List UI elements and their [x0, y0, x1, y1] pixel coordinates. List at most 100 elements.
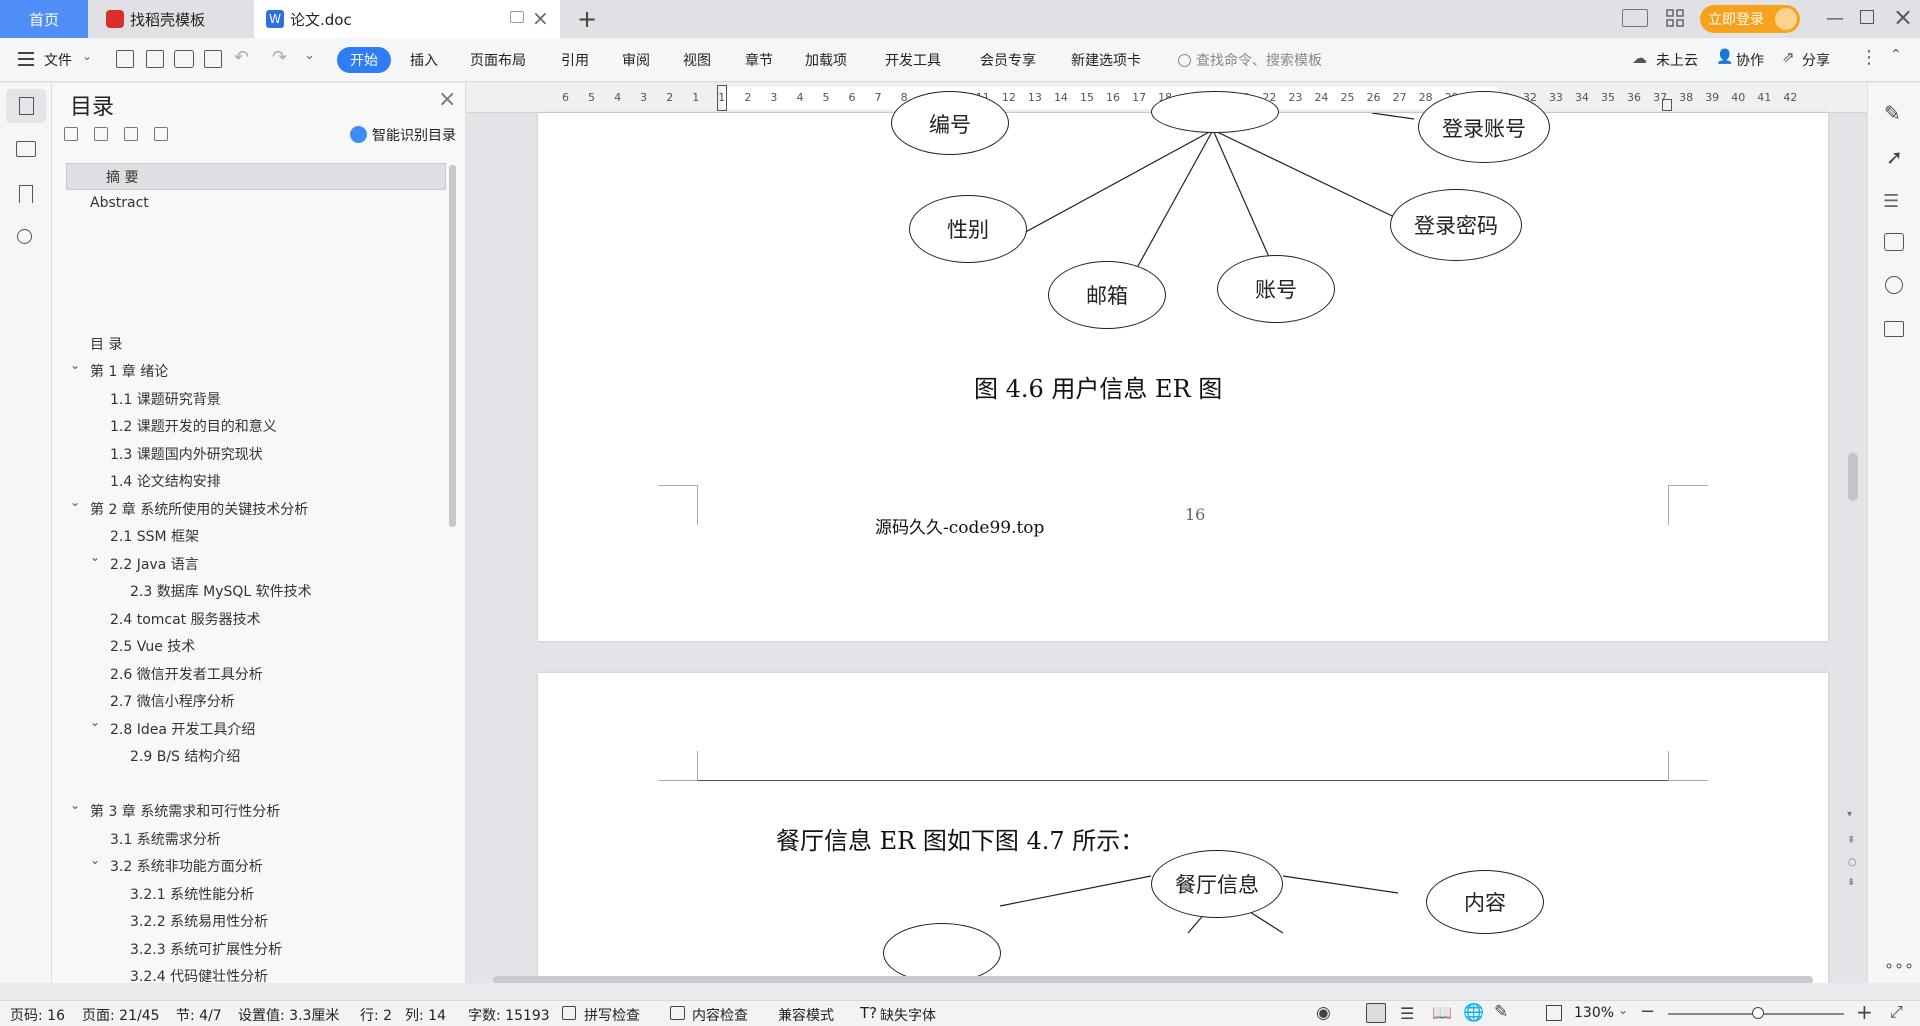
collab-button[interactable]: 协作 — [1736, 50, 1764, 70]
tab-start[interactable]: 开始 — [337, 47, 391, 73]
print-icon[interactable] — [174, 50, 194, 68]
outline-item[interactable]: 2.9 B/S 结构介绍 — [130, 746, 240, 766]
undo-icon[interactable]: ↶ — [234, 47, 249, 68]
prev-page-icon[interactable]: ⇞ — [1847, 835, 1855, 846]
add-heading-icon[interactable] — [124, 127, 138, 141]
sliders-icon[interactable]: ☰ — [1883, 191, 1899, 212]
outline-item[interactable]: 2.6 微信开发者工具分析 — [110, 664, 263, 684]
horizontal-scrollbar[interactable] — [477, 975, 1847, 983]
zoom-level[interactable]: 130% — [1574, 1005, 1614, 1021]
scroll-down-icon[interactable]: ▾ — [1847, 809, 1852, 820]
outline-item[interactable]: 1.1 课题研究背景 — [110, 389, 221, 409]
command-search[interactable]: 查找命令、搜索模板 — [1178, 48, 1418, 72]
outline-item[interactable]: 3.1 系统需求分析 — [110, 829, 221, 849]
outline-item[interactable]: 2.2 Java 语言 — [110, 554, 199, 574]
outline-view-icon[interactable]: ☰ — [1400, 1004, 1414, 1023]
outline-item[interactable]: 1.3 课题国内外研究现状 — [110, 444, 263, 464]
status-pages[interactable]: 页面: 21/45 — [82, 1005, 160, 1025]
write-view-icon[interactable]: ✎ — [1494, 1002, 1508, 1022]
tab-document[interactable]: W 论文.doc × — [254, 0, 560, 38]
outline-item[interactable]: 第 2 章 系统所使用的关键技术分析 — [90, 499, 308, 519]
next-page-icon[interactable]: ⇟ — [1847, 877, 1855, 888]
outline-item[interactable]: 2.1 SSM 框架 — [110, 526, 199, 546]
close-icon[interactable]: × — [438, 87, 456, 112]
tab-developer[interactable]: 开发工具 — [885, 50, 941, 70]
outline-icon[interactable] — [6, 89, 46, 123]
outline-item[interactable]: Abstract — [90, 195, 149, 211]
print-preview-icon[interactable] — [204, 50, 222, 68]
search-icon[interactable] — [17, 229, 32, 244]
outline-item[interactable]: 3.2.3 系统可扩展性分析 — [130, 939, 282, 959]
pen-icon[interactable]: ✎ — [1884, 101, 1901, 125]
chevron-down-icon[interactable]: ⌄ — [90, 715, 100, 729]
outline-item[interactable]: 2.8 Idea 开发工具介绍 — [110, 719, 255, 739]
zoom-out-button[interactable]: − — [1640, 1001, 1655, 1022]
book-search-icon[interactable] — [1884, 321, 1904, 337]
remove-heading-icon[interactable] — [154, 127, 168, 141]
select-browse-icon[interactable]: ○ — [1848, 857, 1857, 868]
cloud-status[interactable]: 未上云 — [1656, 50, 1698, 70]
cursor-icon[interactable]: ➚ — [1886, 145, 1903, 169]
eye-protect-icon[interactable]: ◉ — [1316, 1003, 1331, 1023]
chevron-down-icon[interactable]: ⌄ — [70, 798, 80, 812]
customize-icon[interactable]: ⌄ — [304, 48, 315, 63]
tab-review[interactable]: 审阅 — [622, 50, 650, 70]
horizontal-scrollbar-thumb[interactable] — [493, 976, 1813, 983]
outline-item[interactable]: 2.5 Vue 技术 — [110, 636, 195, 656]
page-view-icon[interactable] — [1366, 1003, 1386, 1023]
new-tab-button[interactable]: + — [572, 0, 602, 38]
fit-page-icon[interactable] — [1546, 1005, 1562, 1021]
more-tools-icon[interactable]: ∘∘∘ — [1884, 956, 1914, 975]
tab-view[interactable]: 视图 — [683, 50, 711, 70]
indent-marker[interactable] — [717, 85, 727, 111]
chevron-down-icon[interactable]: ⌄ — [90, 550, 100, 564]
tab-member[interactable]: 会员专享 — [980, 50, 1036, 70]
restore-button[interactable] — [1860, 10, 1874, 24]
layout-icon[interactable] — [1622, 9, 1648, 27]
status-words[interactable]: 字数: 15193 — [468, 1005, 550, 1025]
export-pdf-icon[interactable] — [146, 50, 164, 68]
web-view-icon[interactable]: 🌐 — [1463, 1003, 1484, 1023]
outline-item[interactable]: 3.2 系统非功能方面分析 — [110, 856, 263, 876]
spell-check-button[interactable]: 拼写检查 — [584, 1005, 640, 1025]
apps-grid-icon[interactable] — [1666, 9, 1684, 27]
outline-item[interactable]: 3.2.2 系统易用性分析 — [130, 911, 268, 931]
tab-home[interactable]: 首页 — [0, 0, 88, 38]
fullscreen-icon[interactable]: ⤢ — [1890, 1002, 1903, 1022]
chevron-down-icon[interactable]: ⌄ — [70, 358, 80, 372]
expand-all-icon[interactable] — [94, 127, 108, 141]
outline-scrollbar[interactable] — [449, 165, 456, 527]
chevron-down-icon[interactable]: ⌄ — [70, 495, 80, 509]
login-button[interactable]: 立即登录 — [1700, 5, 1800, 33]
outline-item[interactable]: 2.4 tomcat 服务器技术 — [110, 609, 261, 629]
document-scrollbar[interactable]: ▾ ⇞ ○ ⇟ — [1846, 113, 1860, 983]
outline-item[interactable]: 第 1 章 绪论 — [90, 361, 168, 381]
redo-icon[interactable]: ↷ — [272, 47, 287, 68]
image-tool-icon[interactable] — [1884, 233, 1904, 251]
close-window-button[interactable]: × — [1893, 3, 1913, 31]
zoom-slider-thumb[interactable] — [1752, 1007, 1764, 1019]
lightning-icon[interactable] — [1885, 276, 1903, 294]
bookmark-icon[interactable] — [19, 185, 33, 203]
outline-item[interactable]: 第 3 章 系统需求和可行性分析 — [90, 801, 280, 821]
outline-item[interactable]: 2.3 数据库 MySQL 软件技术 — [130, 581, 312, 601]
tab-section[interactable]: 章节 — [745, 50, 773, 70]
collapse-all-icon[interactable] — [64, 127, 78, 141]
tab-page-layout[interactable]: 页面布局 — [470, 50, 526, 70]
file-menu[interactable]: 文件 — [44, 50, 72, 70]
outline-item[interactable]: 3.2.1 系统性能分析 — [130, 884, 254, 904]
tab-addins[interactable]: 加载项 — [805, 50, 847, 70]
missing-font-button[interactable]: 缺失字体 — [880, 1005, 936, 1025]
outline-item[interactable]: 目 录 — [90, 334, 122, 354]
tab-insert[interactable]: 插入 — [410, 50, 438, 70]
tab-new[interactable]: 新建选项卡 — [1071, 50, 1141, 70]
more-icon[interactable]: ⋮ — [1860, 47, 1878, 68]
reading-view-icon[interactable]: 📖 — [1432, 1003, 1452, 1022]
close-tab-icon[interactable]: × — [532, 6, 549, 30]
pin-icon[interactable] — [510, 11, 524, 23]
save-icon[interactable] — [116, 50, 134, 68]
status-setting[interactable]: 设置值: 3.3厘米 — [238, 1005, 339, 1025]
zoom-in-button[interactable]: + — [1856, 1000, 1873, 1024]
content-check-button[interactable]: 内容检查 — [692, 1005, 748, 1025]
outline-item[interactable]: 2.7 微信小程序分析 — [110, 691, 235, 711]
